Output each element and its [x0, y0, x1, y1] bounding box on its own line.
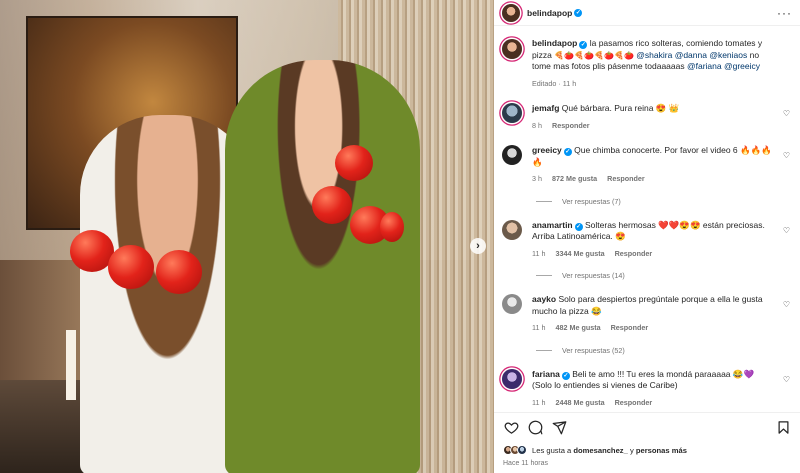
- author-username[interactable]: belindapop: [527, 8, 572, 18]
- mention-link[interactable]: @fariana: [687, 61, 722, 71]
- view-replies-label: Ver respuestas (14): [562, 271, 625, 280]
- verified-icon: ✓: [574, 8, 583, 17]
- post-time[interactable]: Hace 11 horas: [494, 458, 800, 473]
- heart-icon[interactable]: ♡: [783, 109, 790, 118]
- comment-username[interactable]: jemafg: [532, 103, 559, 113]
- tomato: [108, 245, 154, 289]
- comment-username[interactable]: greeicy: [532, 145, 562, 155]
- post-caption: belindapop ✓ la pasamos rico solteras, co…: [502, 38, 792, 89]
- heart-icon[interactable]: ♡: [783, 375, 790, 384]
- heart-icon[interactable]: ♡: [783, 151, 790, 160]
- comment-time: 11 h: [532, 323, 546, 332]
- comment-username[interactable]: fariana: [532, 369, 560, 379]
- post-header: belindapop ✓ ···: [494, 0, 800, 26]
- comment: jemafg Qué bárbara. Pura reina 😍 👑 8 h Re…: [502, 103, 792, 131]
- verified-icon: ✓: [574, 222, 583, 231]
- comment-button[interactable]: [527, 420, 543, 436]
- comment-likes[interactable]: 3344 Me gusta: [555, 249, 604, 258]
- post-photo[interactable]: ›: [0, 0, 494, 473]
- commenter-avatar[interactable]: [502, 103, 522, 123]
- share-icon: [552, 421, 566, 435]
- verified-icon: ✓: [561, 371, 570, 380]
- comment-time: 11 h: [532, 397, 546, 407]
- comments-list: belindapop ✓ la pasamos rico solteras, co…: [494, 26, 800, 412]
- photo-candle: [66, 330, 76, 400]
- comment-likes[interactable]: 2448 Me gusta: [555, 398, 604, 407]
- comment: greeicy ✓ Que chimba conocerte. Por favor…: [502, 145, 792, 185]
- tomato: [156, 250, 202, 294]
- photo-person-right: [225, 60, 420, 473]
- bookmark-icon: [778, 421, 788, 434]
- comment-meta: 8 h Responder: [532, 120, 776, 132]
- caption-meta: Editado · 11 h: [532, 78, 577, 88]
- comment-icon: [528, 420, 542, 435]
- mention-link[interactable]: @keniaos: [709, 50, 747, 60]
- liker-avatar[interactable]: [517, 445, 527, 455]
- tomato: [380, 212, 404, 242]
- verified-icon: ✓: [579, 41, 588, 49]
- commenter-avatar[interactable]: [502, 145, 522, 165]
- heart-icon: [504, 422, 518, 434]
- like-button[interactable]: [503, 420, 519, 436]
- comment-username[interactable]: anamartin: [532, 220, 573, 230]
- comment-likes[interactable]: 872 Me gusta: [552, 174, 597, 183]
- author-avatar[interactable]: [502, 3, 520, 22]
- comment-meta: 11 h 482 Me gusta Responder: [532, 322, 776, 334]
- caption-emojis: 🍕🍅🍕🍅🍕🍅🍕🍅: [554, 50, 634, 60]
- comment-text: Qué bárbara. Pura reina 😍 👑: [561, 103, 680, 113]
- verified-icon: ✓: [563, 148, 572, 156]
- commenter-avatar[interactable]: [502, 294, 522, 314]
- likes-mid: y: [627, 445, 636, 455]
- reply-button[interactable]: Responder: [552, 121, 590, 130]
- comment-text: Solo para despiertos pregúntale porque a…: [532, 294, 763, 316]
- tomato: [312, 186, 352, 224]
- mention-link[interactable]: @shakira: [636, 50, 672, 60]
- comment-username[interactable]: aayko: [532, 294, 556, 304]
- save-button[interactable]: [775, 420, 791, 436]
- share-button[interactable]: [551, 420, 567, 436]
- mention-link[interactable]: @greeicy: [724, 61, 760, 71]
- comment-likes[interactable]: 482 Me gusta: [555, 323, 600, 332]
- reply-button[interactable]: Responder: [615, 398, 653, 407]
- comment-time: 11 h: [532, 248, 546, 258]
- commenter-avatar[interactable]: [502, 368, 522, 389]
- reply-button[interactable]: Responder: [607, 174, 645, 183]
- likes-prefix: Les gusta a: [532, 445, 574, 455]
- reply-button[interactable]: Responder: [611, 323, 649, 332]
- more-icon[interactable]: ···: [777, 6, 792, 20]
- tomato: [335, 145, 373, 181]
- comment-time: 8 h: [532, 120, 542, 130]
- comment-meta: 3 h 872 Me gusta Responder: [532, 173, 776, 185]
- heart-icon[interactable]: ♡: [783, 300, 790, 309]
- comment: anamartin ✓ Solteras hermosas ❤️❤️😍😍 está…: [502, 219, 792, 260]
- view-replies-button[interactable]: Ver respuestas (52): [536, 346, 792, 355]
- likes-text[interactable]: Les gusta a domesanchez_ y personas más: [532, 446, 687, 455]
- likes-others[interactable]: personas más: [636, 446, 687, 455]
- view-replies-button[interactable]: Ver respuestas (14): [536, 271, 792, 280]
- author-avatar[interactable]: [502, 39, 522, 59]
- chevron-right-icon: ›: [476, 239, 480, 252]
- likes-user[interactable]: domesanchez_: [573, 446, 627, 455]
- commenter-avatar[interactable]: [502, 219, 522, 240]
- comment-time: 3 h: [532, 174, 542, 183]
- caption-username[interactable]: belindapop: [532, 38, 577, 48]
- mention-link[interactable]: @danna: [675, 50, 707, 60]
- comment-meta: 11 h 3344 Me gusta Responder: [532, 248, 776, 260]
- heart-icon[interactable]: ♡: [783, 226, 790, 235]
- view-replies-label: Ver respuestas (7): [562, 196, 621, 206]
- next-image-button[interactable]: ›: [470, 238, 486, 254]
- comment: fariana ✓ Beli te amo !!! Tu eres la mond…: [502, 368, 792, 409]
- likes-summary: Les gusta a domesanchez_ y personas más: [494, 442, 800, 458]
- comment: aayko Solo para despiertos pregúntale po…: [502, 294, 792, 334]
- view-replies-label: Ver respuestas (52): [562, 345, 625, 355]
- comment-meta: 11 h 2448 Me gusta Responder: [532, 397, 776, 409]
- view-replies-button[interactable]: Ver respuestas (7): [536, 197, 792, 206]
- reply-button[interactable]: Responder: [615, 249, 653, 258]
- post-sidebar: belindapop ✓ ··· belindapop ✓ la pasamos …: [494, 0, 800, 473]
- post-actions: [494, 412, 800, 442]
